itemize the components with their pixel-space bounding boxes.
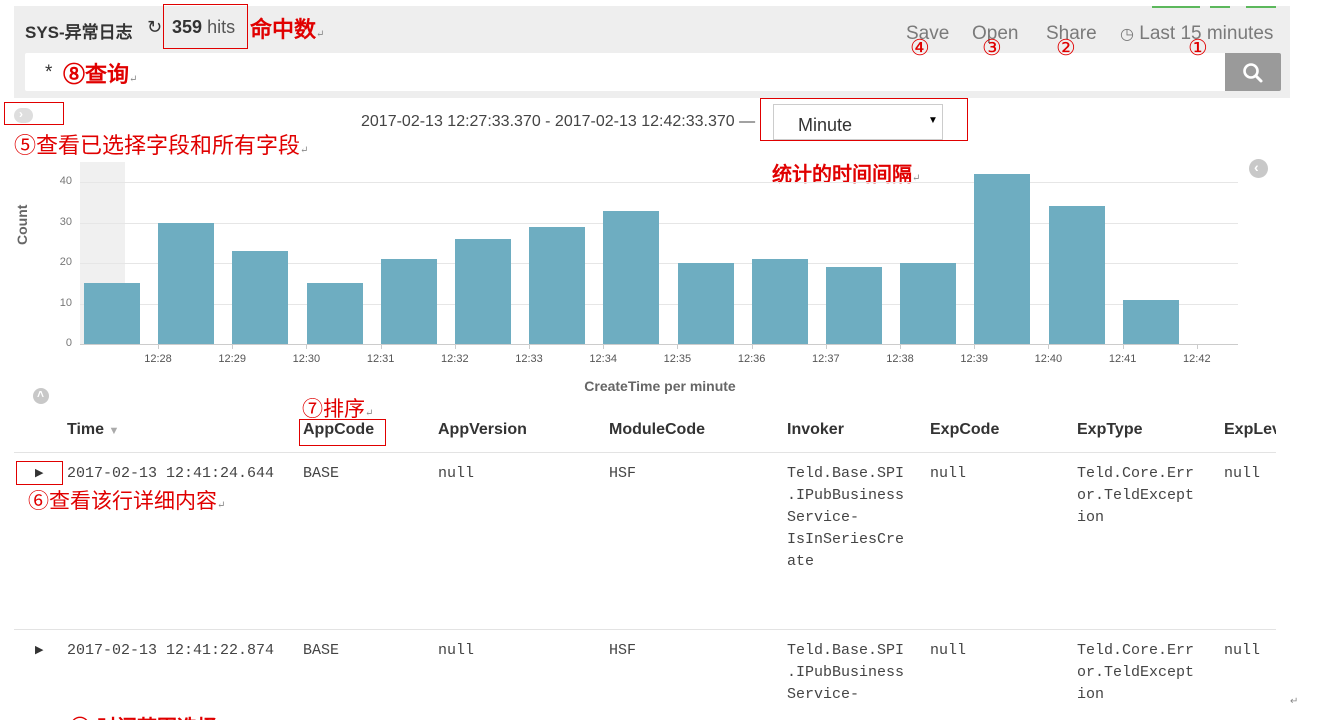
column-header-modulecode[interactable]: ModuleCode [609,421,705,439]
histogram-bar[interactable] [529,226,586,344]
x-tick-mark [454,344,456,349]
histogram-bar[interactable] [1122,299,1179,344]
cell-modulecode: HSF [609,642,637,659]
y-tick-label: 10 [59,296,72,309]
column-header-appcode[interactable]: AppCode [303,421,374,439]
histogram-bar[interactable] [232,250,289,344]
row-expand-toggle[interactable]: ▶ [35,643,43,656]
histogram-bar[interactable] [826,267,882,344]
x-axis-label: CreateTime per minute [584,378,736,394]
column-header-exptype[interactable]: ExpType [1077,421,1143,439]
x-tick-label: 12:34 [589,353,617,365]
cell-appcode: BASE [303,642,340,659]
y-axis-label: Count [14,204,30,245]
histogram-bar[interactable] [380,259,437,344]
x-tick-mark [825,344,827,349]
histogram-bar[interactable] [974,174,1031,344]
cell-appversion: null [438,642,475,659]
column-header-time[interactable]: Time ▼ [67,421,119,439]
column-header-appversion[interactable]: AppVersion [438,421,527,439]
bottom-annotation-clip: ⑨ 时间范围选择 [0,705,1332,720]
x-tick-label: 12:40 [1034,353,1063,365]
x-tick-mark [1196,344,1198,349]
cell-explev: null [1224,642,1261,659]
x-tick-mark [158,344,159,349]
collapse-chart-button[interactable]: ˄ [33,387,49,404]
cell-invoker: Teld.Base.SPI .IPubBusiness Service- IsI… [787,465,905,570]
cell-time: 2017-02-13 12:41:24.644 [67,465,275,482]
x-tick-label: 12:35 [663,353,692,365]
y-tick-label: 20 [59,256,72,269]
x-tick-label: 12:33 [515,353,543,365]
x-tick-mark [677,344,679,349]
x-tick-label: 12:38 [886,353,914,365]
cell-expcode: null [930,642,967,659]
histogram-bar[interactable] [1048,206,1105,344]
cell-exptype: Teld.Core.Err or.TeldExcept ion [1077,642,1195,703]
column-header-expcode[interactable]: ExpCode [930,421,999,439]
histogram-bar[interactable] [603,210,660,344]
annotation-row-detail: ⑥查看该行详细内容↵ [28,489,226,513]
column-header-invoker[interactable]: Invoker [787,421,844,439]
histogram-chart: 0 10 20 30 40 12:28 12:29 12:30 12:31 12:32 12:33… [0,0,1332,400]
annotation-bottom: ⑨ 时间范围选择 [70,711,217,720]
gridline [80,182,1238,184]
y-tick-label: 40 [59,175,72,188]
y-tick-label: 0 [65,337,72,349]
histogram-bar[interactable] [900,263,957,344]
x-tick-label: 12:42 [1183,353,1211,365]
x-tick-label: 12:30 [292,353,321,365]
cell-expcode: null [930,465,967,482]
histogram-bar[interactable] [84,283,140,344]
x-tick-label: 12:29 [218,353,246,365]
cell-appcode: BASE [303,465,340,482]
histogram-bar[interactable] [455,238,511,344]
x-tick-mark [232,344,234,349]
x-tick-mark [529,344,530,349]
histogram-bar[interactable] [751,259,808,344]
histogram-bar[interactable] [306,283,363,344]
cell-appversion: null [438,465,475,482]
x-tick-label: 12:37 [812,353,840,365]
x-tick-mark [1122,344,1124,349]
chevron-up-icon: ˄ [37,387,45,401]
histogram-bar[interactable] [158,222,215,344]
x-tick-label: 12:31 [366,353,395,365]
histogram-bar[interactable] [677,263,734,344]
x-axis-line [80,344,1238,345]
x-tick-mark [751,344,753,349]
x-tick-label: 12:32 [441,353,469,365]
cell-invoker: Teld.Base.SPI .IPubBusiness Service- [787,642,905,703]
x-tick-mark [900,344,901,349]
x-tick-mark [974,344,976,349]
x-tick-mark [306,344,308,349]
column-header-explev[interactable]: ExpLev [1224,421,1276,439]
sort-down-icon: ▼ [108,425,120,437]
x-tick-mark [603,344,605,349]
y-tick-label: 30 [59,215,72,228]
cell-exptype: Teld.Core.Err or.TeldExcept ion [1077,465,1195,526]
x-tick-label: 12:28 [144,353,172,365]
x-tick-label: 12:41 [1108,353,1137,365]
x-tick-mark [380,344,382,349]
x-tick-mark [1048,344,1050,349]
x-tick-label: 12:36 [737,353,766,365]
cell-explev: null [1224,465,1261,482]
cell-time: 2017-02-13 12:41:22.874 [67,642,275,659]
x-tick-label: 12:39 [960,353,988,365]
row-expand-toggle[interactable]: ▶ [35,466,43,479]
cell-modulecode: HSF [609,465,637,482]
